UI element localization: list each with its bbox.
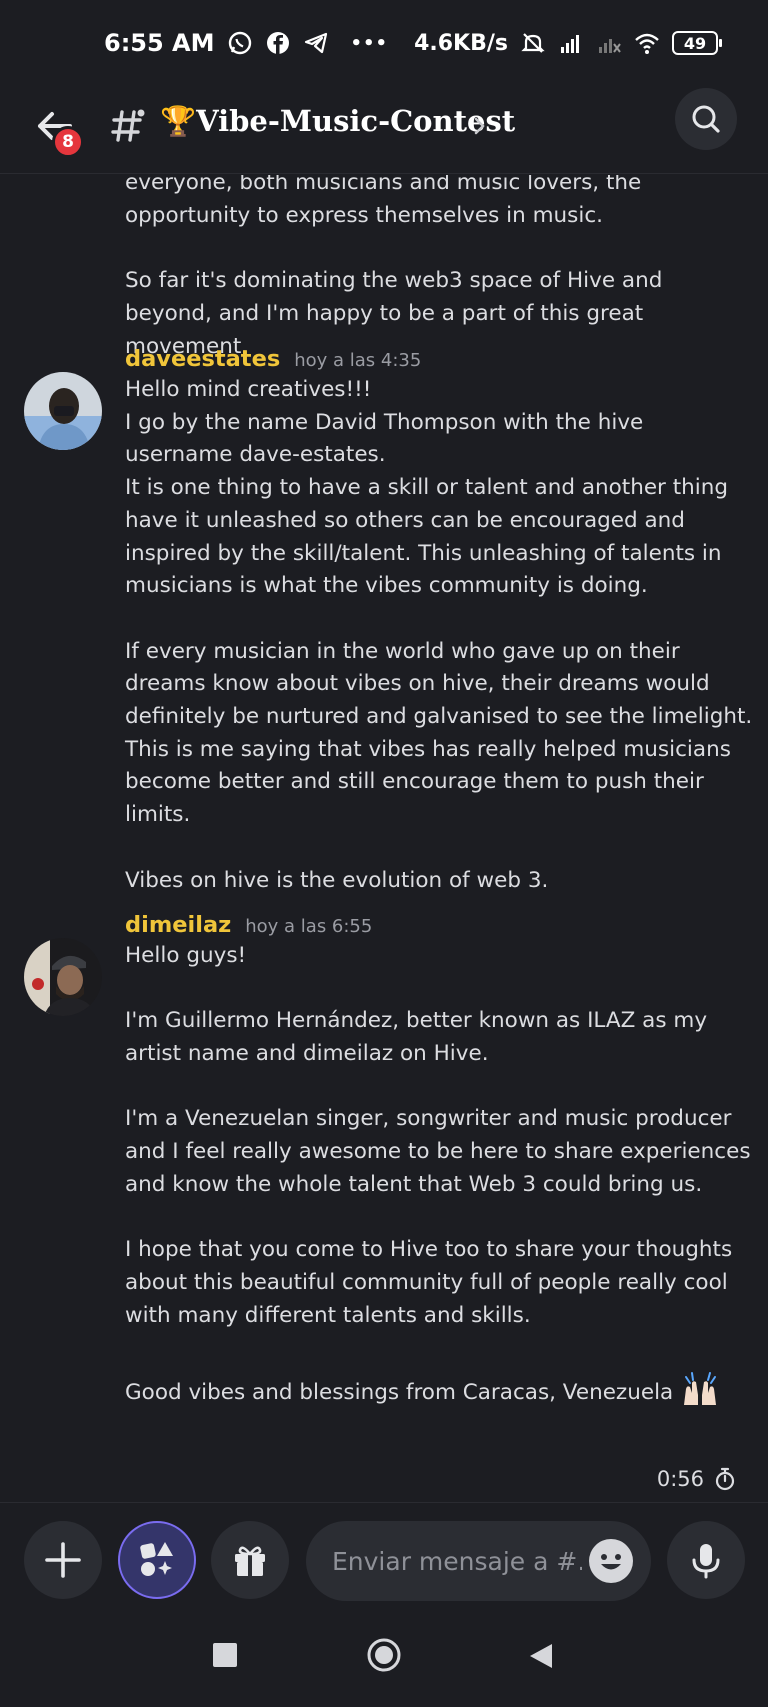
message-paragraph: I'm Guillermo Hernández, better known as… xyxy=(125,1008,708,1067)
gift-icon xyxy=(235,1546,265,1576)
gift-button[interactable] xyxy=(211,1521,289,1599)
status-bar-left: 6:55 AM ••• xyxy=(104,29,388,57)
facebook-icon xyxy=(266,32,289,54)
message-paragraph: Vibes on hive is the evolution of web 3. xyxy=(125,867,549,893)
plus-icon xyxy=(45,1542,81,1578)
apps-button[interactable] xyxy=(118,1521,196,1599)
smiley-emoji-icon xyxy=(590,1540,632,1582)
channel-header: 8 🏆Vibe-Music-Contest xyxy=(0,86,768,174)
recent-apps-icon[interactable] xyxy=(212,1642,238,1668)
raising-hands-emoji-icon xyxy=(684,1372,717,1406)
message-list[interactable]: everyone, both musicians and music lover… xyxy=(0,175,768,1500)
status-bar-right: 4.6KB/s 49 xyxy=(414,30,722,56)
chevron-right-icon[interactable] xyxy=(472,114,488,138)
microphone-icon xyxy=(692,1544,720,1579)
message-input-container xyxy=(306,1521,651,1601)
message-paragraph: Hello mind creatives!!! I go by the name… xyxy=(125,377,729,599)
author-name[interactable]: dimeilaz xyxy=(125,912,231,938)
search-icon xyxy=(692,105,720,133)
message-paragraph: everyone, both musicians and music lover… xyxy=(125,175,642,228)
message-content: Hello guys! I'm Guillermo Hernández, bet… xyxy=(125,940,755,1410)
network-speed: 4.6KB/s xyxy=(414,30,508,56)
bell-muted-icon xyxy=(521,33,545,53)
battery-level: 49 xyxy=(683,33,707,53)
message-paragraph-text: Good vibes and blessings from Caracas, V… xyxy=(125,1380,674,1406)
user-avatar-image xyxy=(24,938,102,1016)
more-notifications-icon: ••• xyxy=(350,32,389,54)
system-navigation-bar xyxy=(0,1622,768,1707)
message-paragraph: I hope that you come to Hive too to shar… xyxy=(125,1237,733,1328)
channel-name[interactable]: 🏆Vibe-Music-Contest xyxy=(160,104,515,139)
battery-indicator: 49 xyxy=(672,31,722,55)
message-paragraph: Hello guys! xyxy=(125,943,247,968)
user-avatar-image xyxy=(24,372,102,450)
add-attachment-button[interactable] xyxy=(24,1521,102,1599)
signal-no-service-icon xyxy=(599,39,621,53)
status-time: 6:55 AM xyxy=(104,29,215,57)
apps-icon xyxy=(140,1542,173,1576)
message-timestamp: hoy a las 4:35 xyxy=(294,350,422,371)
voice-message-button[interactable] xyxy=(667,1521,745,1599)
search-button[interactable] xyxy=(675,88,737,150)
emoji-picker-button[interactable] xyxy=(589,1539,633,1583)
message-content: Hello mind creatives!!! I go by the name… xyxy=(125,374,755,897)
avatar[interactable] xyxy=(24,938,102,1016)
message-author-row: daveestates hoy a las 4:35 xyxy=(125,346,421,372)
message-paragraph: If every musician in the world who gave … xyxy=(125,638,753,828)
slowmode-time: 0:56 xyxy=(656,1467,704,1491)
unread-badge: 8 xyxy=(52,126,84,158)
avatar[interactable] xyxy=(24,372,102,450)
message-paragraph: I'm a Venezuelan singer, songwriter and … xyxy=(125,1106,751,1197)
message-author-row: dimeilaz hoy a las 6:55 xyxy=(125,912,372,938)
slowmode-timer: 0:56 xyxy=(657,1467,736,1491)
wifi-icon xyxy=(635,33,659,54)
back-triangle-icon[interactable] xyxy=(528,1642,554,1670)
message-input[interactable] xyxy=(332,1546,582,1576)
message-paragraph: Good vibes and blessings from Caracas, V… xyxy=(125,1367,755,1410)
status-bar: 6:55 AM ••• 4.6KB/s 49 xyxy=(0,0,768,86)
message-timestamp: hoy a las 6:55 xyxy=(245,916,373,937)
author-name[interactable]: daveestates xyxy=(125,346,280,372)
signal-icon xyxy=(561,35,579,53)
message-composer xyxy=(0,1502,768,1622)
whatsapp-icon xyxy=(228,31,251,55)
telegram-icon xyxy=(304,32,327,54)
text-channel-icon xyxy=(111,109,145,142)
message-content: everyone, both musicians and music lover… xyxy=(125,175,755,363)
stopwatch-icon xyxy=(715,1467,735,1491)
home-icon[interactable] xyxy=(366,1637,402,1673)
unread-badge-count: 8 xyxy=(62,132,74,152)
